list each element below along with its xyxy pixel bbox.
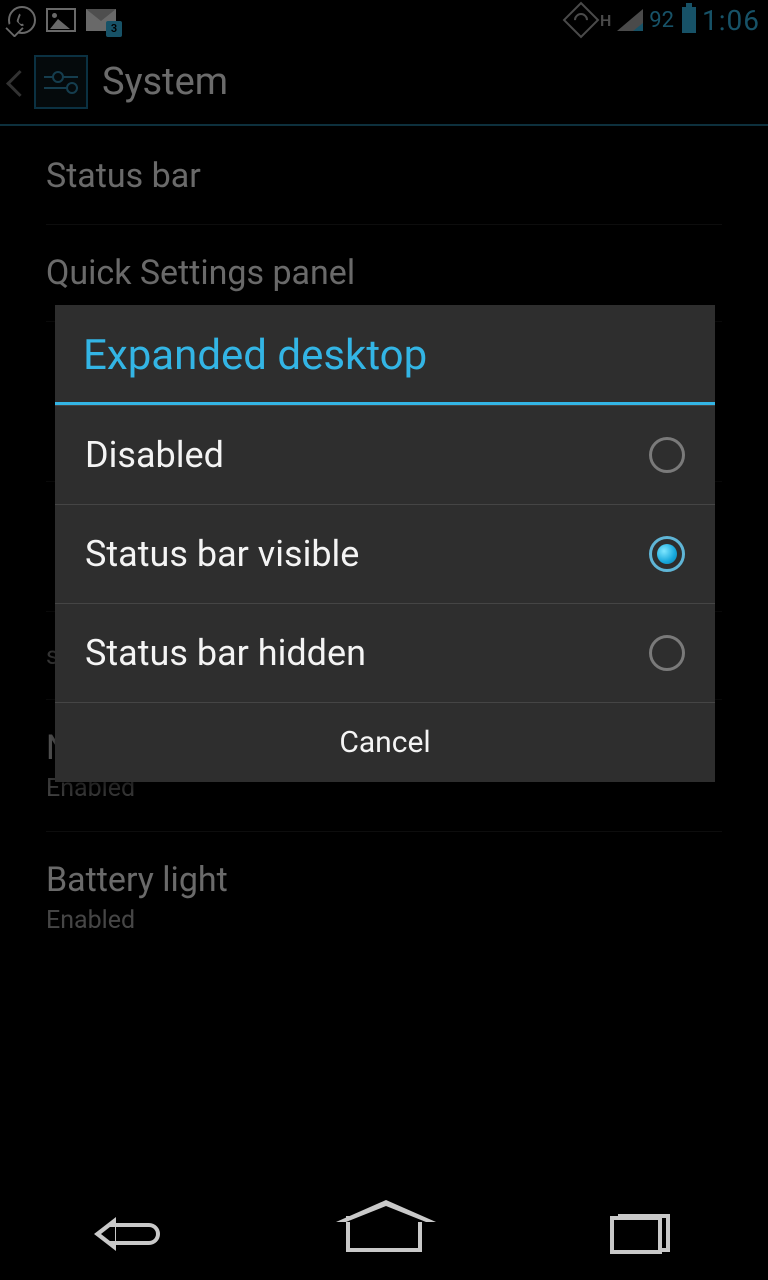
option-label: Status bar visible xyxy=(85,533,359,575)
option-status-bar-hidden[interactable]: Status bar hidden xyxy=(55,603,715,702)
radio-icon[interactable] xyxy=(649,536,685,572)
dialog-title: Expanded desktop xyxy=(55,305,715,402)
battery-percent: 92 xyxy=(649,8,674,33)
setting-title: Quick Settings panel xyxy=(46,253,722,293)
network-type-indicator: H xyxy=(600,11,611,30)
android-status-bar: 3 H 92 1:06 xyxy=(0,0,768,40)
status-clock: 1:06 xyxy=(702,4,760,37)
expanded-desktop-dialog: Expanded desktop Disabled Status bar vis… xyxy=(55,305,715,782)
signal-strength-icon xyxy=(617,9,643,31)
setting-battery-light[interactable]: Battery light Enabled xyxy=(46,832,722,963)
nav-recent-button[interactable] xyxy=(580,1209,700,1259)
gmail-notification-icon: 3 xyxy=(86,9,116,31)
settings-app-icon[interactable] xyxy=(34,55,88,109)
auto-rotate-icon xyxy=(563,2,600,39)
option-disabled[interactable]: Disabled xyxy=(55,405,715,504)
page-title: System xyxy=(102,60,228,104)
whatsapp-notification-icon xyxy=(8,6,36,34)
radio-icon[interactable] xyxy=(649,437,685,473)
cancel-button[interactable]: Cancel xyxy=(55,702,715,782)
option-label: Disabled xyxy=(85,434,224,476)
gallery-notification-icon xyxy=(46,8,76,32)
option-label: Status bar hidden xyxy=(85,632,366,674)
action-bar: System xyxy=(0,40,768,126)
setting-title: Battery light xyxy=(46,860,722,900)
android-nav-bar xyxy=(0,1188,768,1280)
radio-icon[interactable] xyxy=(649,635,685,671)
gmail-badge-count: 3 xyxy=(106,21,122,37)
setting-title: Status bar xyxy=(46,156,722,196)
up-caret-icon[interactable] xyxy=(6,68,20,96)
setting-status-bar[interactable]: Status bar xyxy=(46,128,722,225)
nav-home-button[interactable] xyxy=(324,1209,444,1259)
option-status-bar-visible[interactable]: Status bar visible xyxy=(55,504,715,603)
nav-back-button[interactable] xyxy=(68,1209,188,1259)
battery-icon xyxy=(682,7,696,33)
setting-subtitle: Enabled xyxy=(46,906,722,935)
